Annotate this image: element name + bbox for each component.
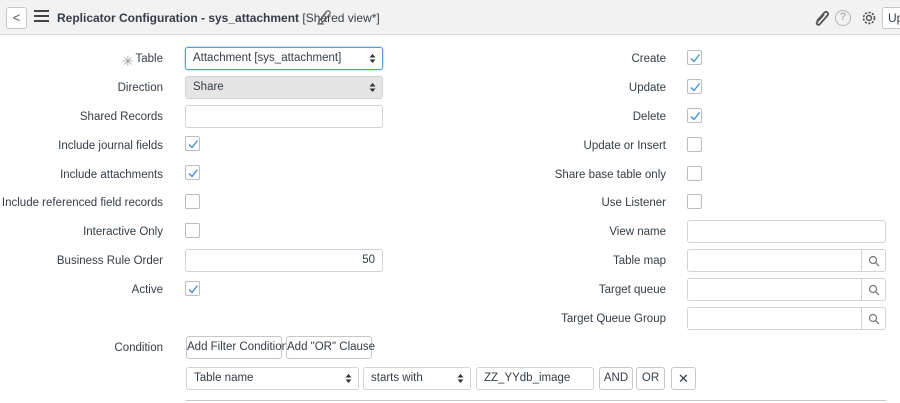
include-referenced-checkbox[interactable]	[185, 194, 200, 209]
select-arrows-icon	[457, 368, 464, 389]
business-rule-order-label: Business Rule Order	[56, 255, 163, 267]
view-label[interactable]: [Shared view*]	[302, 11, 379, 25]
table-map-search-button[interactable]	[861, 249, 886, 272]
gear-icon[interactable]	[860, 9, 878, 27]
checkmark-icon	[690, 83, 701, 92]
share-base-table-only-label: Share base table only	[554, 169, 666, 181]
table-map-lookup	[687, 249, 886, 272]
target-queue-group-label: Target Queue Group	[561, 313, 666, 325]
shared-records-label: Shared Records	[79, 111, 163, 123]
form-header: < Replicator Configuration - sys_attachm…	[0, 0, 900, 35]
select-arrows-icon	[345, 368, 352, 389]
checkmark-icon	[690, 112, 701, 121]
checkmark-icon	[188, 140, 199, 149]
target-queue-search-button[interactable]	[861, 278, 886, 301]
attachment-icon[interactable]	[812, 9, 830, 27]
interactive-only-label: Interactive Only	[83, 226, 163, 238]
view-name-input[interactable]	[687, 220, 886, 243]
active-checkbox[interactable]	[185, 281, 200, 296]
remove-condition-button[interactable]: ✕	[671, 367, 696, 390]
condition-field-value: Table name	[194, 372, 254, 384]
delete-label: Delete	[632, 111, 666, 123]
business-rule-order-input[interactable]: 50	[185, 249, 383, 272]
view-name-label: View name	[609, 226, 666, 238]
or-button[interactable]: OR	[636, 367, 665, 390]
add-filter-condition-button[interactable]: Add Filter Condition	[186, 336, 288, 359]
include-attachments-checkbox[interactable]	[185, 165, 200, 180]
update-label: Update	[628, 82, 666, 94]
checkmark-icon	[188, 285, 199, 294]
add-or-clause-button[interactable]: Add "OR" Clause	[286, 336, 375, 359]
interactive-only-checkbox[interactable]	[185, 223, 200, 238]
checkmark-icon	[690, 54, 701, 63]
include-journal-fields-label: Include journal fields	[58, 140, 163, 152]
include-referenced-label: Include referenced field records	[1, 197, 163, 209]
use-listener-checkbox[interactable]	[687, 194, 702, 209]
create-checkbox[interactable]	[687, 50, 702, 65]
active-label: Active	[131, 284, 163, 296]
update-checkbox[interactable]	[687, 79, 702, 94]
include-attachments-label: Include attachments	[60, 169, 163, 181]
hamburger-menu-icon[interactable]	[34, 10, 49, 24]
target-queue-input[interactable]	[687, 278, 862, 301]
share-base-table-only-checkbox[interactable]	[687, 166, 702, 181]
target-queue-group-search-button[interactable]	[861, 307, 886, 330]
divider	[186, 400, 886, 401]
update-or-insert-label: Update or Insert	[583, 140, 666, 152]
select-arrows-icon	[369, 48, 376, 69]
direction-label: Direction	[117, 82, 163, 94]
condition-operator-select[interactable]: starts with	[363, 367, 471, 390]
condition-operator-value: starts with	[371, 372, 423, 384]
table-select-value: Attachment [sys_attachment]	[193, 52, 342, 64]
and-button[interactable]: AND	[599, 367, 633, 390]
search-icon	[868, 313, 880, 325]
record-title: Replicator Configuration - sys_attachmen…	[57, 11, 300, 25]
shared-records-input[interactable]	[185, 105, 383, 128]
condition-value-input[interactable]: ZZ_YYdb_image	[476, 367, 594, 390]
select-arrows-icon	[369, 77, 376, 98]
table-map-input[interactable]	[687, 249, 862, 272]
search-icon	[868, 255, 880, 267]
direction-select-value: Share	[193, 81, 224, 93]
update-button[interactable]: Update	[882, 7, 900, 29]
update-or-insert-checkbox[interactable]	[687, 137, 702, 152]
table-map-label: Table map	[612, 255, 666, 267]
condition-field-select[interactable]: Table name	[186, 367, 359, 390]
target-queue-group-input[interactable]	[687, 307, 862, 330]
help-icon[interactable]: ?	[835, 10, 851, 26]
delete-checkbox[interactable]	[687, 108, 702, 123]
checkmark-icon	[188, 169, 199, 178]
search-icon	[868, 284, 880, 296]
back-button[interactable]: <	[6, 7, 27, 29]
mandatory-asterisk-icon: ✳	[122, 53, 134, 69]
target-queue-label: Target queue	[598, 284, 666, 296]
table-select[interactable]: Attachment [sys_attachment]	[185, 47, 383, 70]
table-label: Table	[135, 53, 164, 65]
paperclip-edit-icon[interactable]	[315, 8, 333, 26]
target-queue-lookup	[687, 278, 886, 301]
direction-select[interactable]: Share	[185, 76, 383, 99]
condition-label: Condition	[114, 342, 163, 354]
include-journal-fields-checkbox[interactable]	[185, 136, 200, 151]
target-queue-group-lookup	[687, 307, 886, 330]
use-listener-label: Use Listener	[601, 197, 666, 209]
create-label: Create	[631, 53, 666, 65]
